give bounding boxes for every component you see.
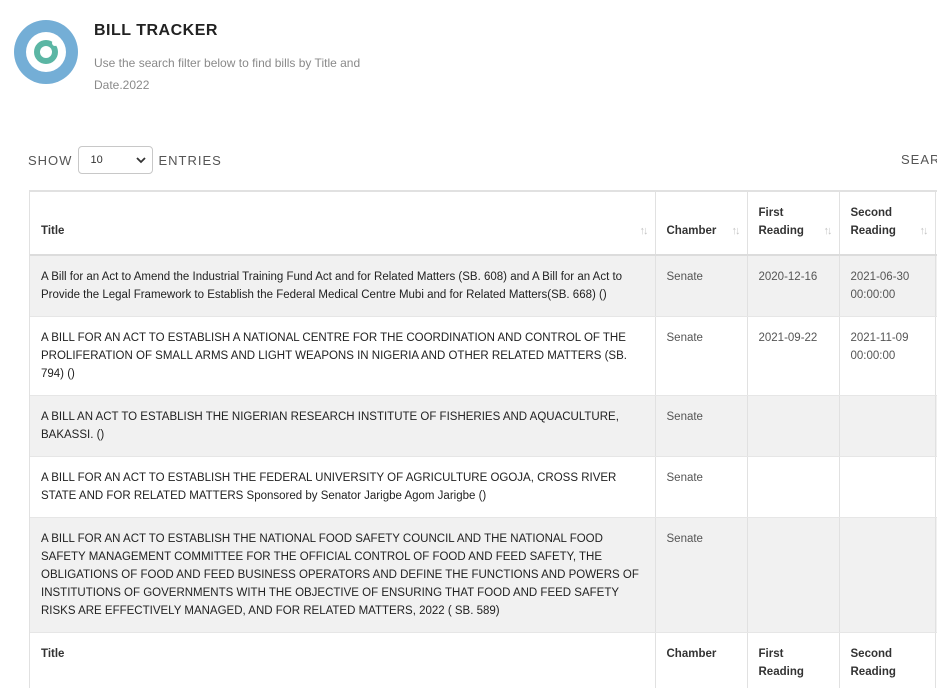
cell-first-reading (747, 456, 840, 518)
table-row: A BILL FOR AN ACT TO ESTABLISH THE FEDER… (30, 456, 937, 518)
page-subtitle: Use the search filter below to find bill… (94, 56, 361, 92)
cell-first-reading (747, 395, 840, 457)
chevron-down-icon (136, 157, 147, 164)
cell-chamber: Senate (655, 316, 748, 396)
cell-title: A BILL FOR AN ACT TO ESTABLISH THE FEDER… (30, 456, 656, 518)
footer-title: Title (30, 632, 656, 688)
bill-tracker-page: BILL TRACKER Use the search filter below… (0, 0, 937, 688)
column-header-title[interactable]: Title ↑↓ (30, 192, 656, 256)
cell-chamber: Senate (655, 456, 748, 518)
page-title: BILL TRACKER (94, 22, 218, 39)
table-row: A BILL AN ACT TO ESTABLISH THE NIGERIAN … (30, 395, 937, 457)
column-header-chamber[interactable]: Chamber ↑↓ (655, 192, 748, 256)
cell-title: A Bill for an Act to Amend the Industria… (30, 255, 656, 317)
table-row: A BILL FOR AN ACT TO ESTABLISH A NATIONA… (30, 316, 937, 396)
cell-second-reading (839, 395, 936, 457)
table-body: A Bill for an Act to Amend the Industria… (30, 255, 937, 633)
cell-second-reading (839, 517, 936, 633)
cell-chamber: Senate (655, 395, 748, 457)
cell-title: A BILL FOR AN ACT TO ESTABLISH A NATIONA… (30, 316, 656, 396)
entries-select[interactable]: 10 (78, 146, 154, 174)
show-label: SHOW (28, 152, 73, 168)
table-header: Title ↑↓ Chamber ↑↓ First Reading ↑↓ Sec… (30, 192, 937, 256)
cell-first-reading: 2021-09-22 (747, 316, 840, 396)
entries-select-value: 10 (90, 154, 103, 166)
table-length-control: SHOW 10 ENTRIES (28, 146, 222, 174)
cell-second-reading (839, 456, 936, 518)
cell-second-reading: 2021-06-30 00:00:00 (839, 255, 936, 317)
table-footer: Title Chamber First Reading Second Readi… (30, 632, 937, 688)
sort-arrows-icon: ↑↓ (639, 225, 649, 237)
cell-chamber: Senate (655, 255, 748, 317)
cell-first-reading: 2020-12-16 (747, 255, 840, 317)
eye-logo-icon (14, 20, 78, 84)
cell-first-reading (747, 517, 840, 633)
sort-arrows-icon: ↑↓ (823, 225, 833, 237)
column-header-second-reading[interactable]: Second Reading ↑↓ (839, 192, 936, 256)
cell-chamber: Senate (655, 517, 748, 633)
bills-table-wrapper: Title ↑↓ Chamber ↑↓ First Reading ↑↓ Sec… (29, 190, 937, 688)
cell-title: A BILL AN ACT TO ESTABLISH THE NIGERIAN … (30, 395, 656, 457)
column-header-first-reading[interactable]: First Reading ↑↓ (747, 192, 840, 256)
sort-arrows-icon: ↑↓ (919, 225, 929, 237)
footer-first-reading: First Reading (747, 632, 840, 688)
cell-second-reading: 2021-11-09 00:00:00 (839, 316, 936, 396)
search-label: SEARCH: (901, 152, 937, 167)
table-row: A Bill for an Act to Amend the Industria… (30, 255, 937, 317)
footer-chamber: Chamber (655, 632, 748, 688)
bills-table: Title ↑↓ Chamber ↑↓ First Reading ↑↓ Sec… (30, 192, 937, 688)
table-row: A BILL FOR AN ACT TO ESTABLISH THE NATIO… (30, 517, 937, 633)
cell-title: A BILL FOR AN ACT TO ESTABLISH THE NATIO… (30, 517, 656, 633)
entries-label: ENTRIES (158, 152, 222, 168)
footer-second-reading: Second Reading (839, 632, 936, 688)
sort-arrows-icon: ↑↓ (731, 225, 741, 237)
